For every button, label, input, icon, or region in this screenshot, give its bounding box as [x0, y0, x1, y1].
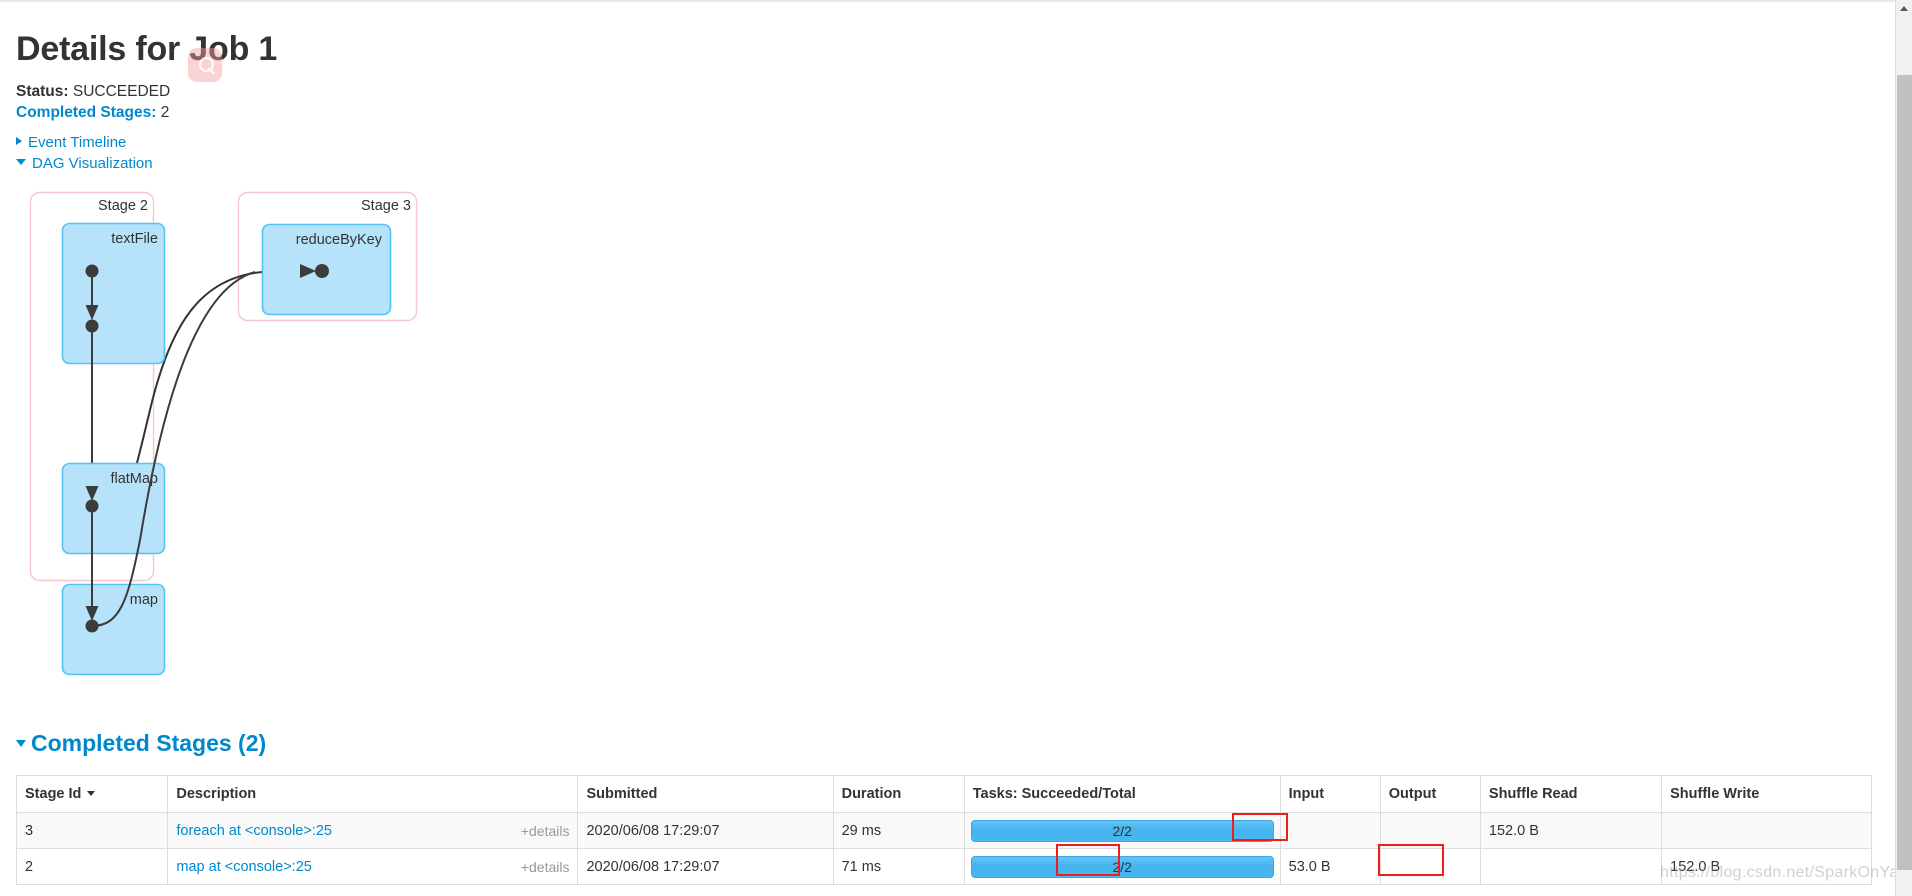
cell-tasks: 2/2 — [963, 848, 1281, 885]
column-header-shuffle-read[interactable]: Shuffle Read — [1479, 775, 1663, 813]
sort-descending-icon — [87, 791, 96, 796]
dag-dot-reducebykey — [315, 264, 329, 278]
page-title: Details for Job 1 — [16, 30, 278, 68]
cell-shuffle-write — [1661, 812, 1872, 849]
scrollbar-thumb[interactable] — [1897, 75, 1912, 870]
column-header-output[interactable]: Output — [1379, 775, 1481, 813]
stage-description-link[interactable]: map at <console>:25 — [176, 859, 311, 875]
event-timeline-toggle[interactable]: Event Timeline — [16, 134, 126, 151]
column-header-input[interactable]: Input — [1279, 775, 1381, 813]
column-header-description[interactable]: Description — [167, 775, 579, 813]
cell-shuffle-write: 152.0 B — [1661, 848, 1872, 885]
cell-input — [1279, 812, 1381, 849]
cell-duration: 71 ms — [832, 848, 965, 885]
completed-stages-heading[interactable]: Completed Stages (2) — [16, 730, 266, 757]
cell-tasks: 2/2 — [963, 812, 1281, 849]
cell-duration: 29 ms — [832, 812, 965, 849]
top-edge-divider — [0, 0, 1895, 2]
table-row: 2 map at <console>:25 +details 2020/06/0… — [15, 848, 1872, 885]
chevron-right-icon — [16, 137, 22, 145]
tasks-progress-label: 2/2 — [1112, 822, 1132, 839]
job-status-value: SUCCEEDED — [72, 83, 171, 100]
dag-visualization-label: DAG Visualization — [32, 155, 153, 172]
dag-stage-3-label: Stage 3 — [361, 198, 411, 214]
cell-output — [1379, 848, 1481, 885]
dag-visualization[interactable]: Stage 2 Stage 3 textFile flatMap map red… — [0, 180, 560, 720]
stage-description-link[interactable]: foreach at <console>:25 — [176, 823, 332, 839]
table-row: 3 foreach at <console>:25 +details 2020/… — [15, 812, 1872, 849]
table-header-row: Stage Id Description Submitted Duration … — [15, 775, 1872, 813]
dag-node-reducebykey-label: reduceByKey — [296, 232, 383, 248]
column-header-duration[interactable]: Duration — [832, 775, 965, 813]
dag-node-map-label: map — [130, 592, 158, 608]
cell-input: 53.0 B — [1279, 848, 1381, 885]
dag-visualization-toggle[interactable]: DAG Visualization — [16, 155, 153, 172]
cell-stage-id: 2 — [15, 848, 169, 885]
job-status-label: Status: — [16, 83, 69, 100]
completed-stages-heading-label: Completed Stages (2) — [31, 730, 267, 756]
completed-stages-label[interactable]: Completed Stages: — [16, 104, 156, 121]
tasks-progress-label: 2/2 — [1112, 858, 1132, 875]
job-status: Status: SUCCEEDED — [16, 83, 170, 101]
cell-shuffle-read — [1479, 848, 1663, 885]
dag-graph[interactable]: Stage 2 Stage 3 textFile flatMap map red… — [0, 180, 560, 720]
column-header-shuffle-write[interactable]: Shuffle Write — [1661, 775, 1872, 813]
column-header-stage-id-label: Stage Id — [25, 786, 82, 802]
tasks-progress-bar: 2/2 — [970, 819, 1274, 842]
dag-stage-2-label: Stage 2 — [98, 198, 148, 214]
completed-stages-table: Stage Id Description Submitted Duration … — [15, 775, 1872, 885]
column-header-tasks[interactable]: Tasks: Succeeded/Total — [963, 775, 1281, 813]
job-completed-stages: Completed Stages: 2 — [16, 104, 169, 122]
cell-output — [1379, 812, 1481, 849]
cell-description: map at <console>:25 +details — [167, 848, 579, 885]
details-toggle[interactable]: +details — [521, 859, 570, 875]
cell-stage-id: 3 — [15, 812, 169, 849]
cell-shuffle-read: 152.0 B — [1479, 812, 1663, 849]
chevron-down-icon — [16, 159, 26, 165]
cell-submitted: 2020/06/08 17:29:07 — [577, 812, 834, 849]
dag-node-textfile-label: textFile — [111, 231, 158, 247]
cell-submitted: 2020/06/08 17:29:07 — [577, 848, 834, 885]
column-header-submitted[interactable]: Submitted — [577, 775, 834, 813]
completed-stages-value: 2 — [160, 104, 170, 121]
details-toggle[interactable]: +details — [521, 823, 570, 839]
cell-description: foreach at <console>:25 +details — [167, 812, 579, 849]
column-header-stage-id[interactable]: Stage Id — [15, 775, 169, 813]
scroll-up-arrow-icon[interactable] — [1896, 0, 1912, 17]
table-header: Stage Id Description Submitted Duration … — [15, 775, 1872, 813]
vertical-scrollbar[interactable] — [1895, 0, 1912, 896]
tasks-progress-bar: 2/2 — [970, 855, 1274, 878]
event-timeline-label: Event Timeline — [28, 134, 127, 151]
job-details-page: Details for Job 1 Status: SUCCEEDED Comp… — [0, 0, 1912, 896]
table-body: 3 foreach at <console>:25 +details 2020/… — [15, 812, 1872, 885]
chevron-down-icon — [16, 740, 26, 747]
